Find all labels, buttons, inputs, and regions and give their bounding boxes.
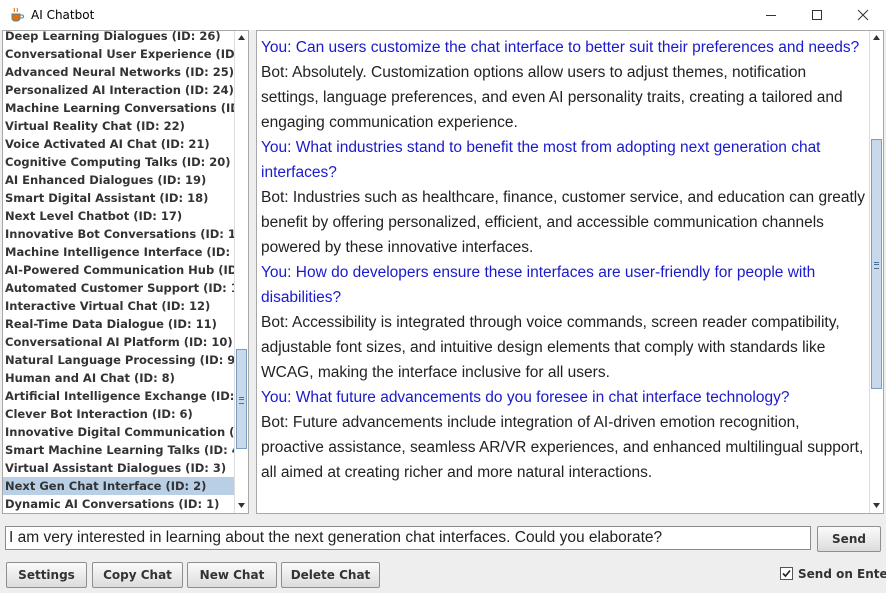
- close-icon: [857, 9, 869, 21]
- settings-button[interactable]: Settings: [6, 562, 87, 588]
- conversation-list[interactable]: Deep Learning Dialogues (ID: 26) Conversa…: [3, 31, 235, 513]
- send-button[interactable]: Send: [817, 526, 881, 552]
- user-message: You: How do developers ensure these inte…: [261, 264, 816, 306]
- conversation-item[interactable]: Personalized AI Interaction (ID: 24): [3, 81, 235, 99]
- conversation-item[interactable]: Next Gen Chat Interface (ID: 2): [3, 477, 235, 495]
- arrow-up-icon: [238, 35, 245, 40]
- conversation-item[interactable]: Cognitive Computing Talks (ID: 20): [3, 153, 235, 171]
- user-message: You: Can users customize the chat interf…: [261, 39, 860, 56]
- conversation-item[interactable]: Advanced Neural Networks (ID: 25): [3, 63, 235, 81]
- scroll-thumb[interactable]: [871, 139, 882, 389]
- minimize-icon: [766, 15, 776, 16]
- copy-chat-button[interactable]: Copy Chat: [92, 562, 183, 588]
- arrow-down-icon: [238, 503, 245, 508]
- scroll-down-button[interactable]: [870, 499, 883, 513]
- maximize-button[interactable]: [794, 0, 840, 30]
- conversation-item[interactable]: Interactive Virtual Chat (ID: 12): [3, 297, 235, 315]
- conversation-list-panel: Deep Learning Dialogues (ID: 26) Conversa…: [2, 30, 249, 514]
- conversation-item[interactable]: Human and AI Chat (ID: 8): [3, 369, 235, 387]
- conversation-item[interactable]: Smart Digital Assistant (ID: 18): [3, 189, 235, 207]
- message-input[interactable]: [5, 526, 811, 550]
- conversation-item[interactable]: AI Enhanced Dialogues (ID: 19): [3, 171, 235, 189]
- conversation-item[interactable]: Clever Bot Interaction (ID: 6): [3, 405, 235, 423]
- chat-scrollbar[interactable]: [869, 31, 883, 513]
- conversation-item[interactable]: Innovative Bot Conversations (ID: 16): [3, 225, 235, 243]
- arrow-up-icon: [873, 35, 880, 40]
- conversation-item[interactable]: Conversational AI Platform (ID: 10): [3, 333, 235, 351]
- checkmark-icon: [782, 569, 791, 578]
- conversation-item[interactable]: Machine Intelligence Interface (ID: 15): [3, 243, 235, 261]
- conversation-item[interactable]: Artificial Intelligence Exchange (ID: 7): [3, 387, 235, 405]
- conversation-item[interactable]: Conversational User Experience (ID: 27): [3, 45, 235, 63]
- new-chat-button[interactable]: New Chat: [187, 562, 277, 588]
- minimize-button[interactable]: [748, 0, 794, 30]
- java-cup-icon: [11, 7, 24, 22]
- send-on-enter-checkbox[interactable]: [780, 567, 793, 580]
- grip-icon: [874, 262, 879, 269]
- conversation-item[interactable]: Automated Customer Support (ID: 13): [3, 279, 235, 297]
- grip-icon: [239, 397, 244, 404]
- window-title: AI Chatbot: [31, 8, 95, 22]
- chat-transcript-panel: You: Can users customize the chat interf…: [256, 30, 884, 514]
- conversation-item[interactable]: Voice Activated AI Chat (ID: 21): [3, 135, 235, 153]
- bot-message: Bot: Industries such as healthcare, fina…: [261, 189, 865, 256]
- scroll-down-button[interactable]: [235, 499, 248, 513]
- user-message: You: What industries stand to benefit th…: [261, 139, 821, 181]
- conversation-item[interactable]: Dynamic AI Conversations (ID: 1): [3, 495, 235, 513]
- conversation-item[interactable]: Smart Machine Learning Talks (ID: 4): [3, 441, 235, 459]
- maximize-icon: [812, 10, 822, 20]
- conversation-item[interactable]: Deep Learning Dialogues (ID: 26): [3, 31, 235, 45]
- send-on-enter-label: Send on Enter: [798, 567, 886, 581]
- arrow-down-icon: [873, 503, 880, 508]
- scroll-thumb[interactable]: [236, 349, 247, 449]
- scroll-up-button[interactable]: [870, 31, 883, 45]
- conversation-item[interactable]: Machine Learning Conversations (ID: 23): [3, 99, 235, 117]
- scroll-up-button[interactable]: [235, 31, 248, 45]
- close-button[interactable]: [840, 0, 886, 30]
- title-bar: AI Chatbot: [0, 0, 886, 30]
- user-message: You: What future advancements do you for…: [261, 389, 790, 406]
- chat-transcript[interactable]: You: Can users customize the chat interf…: [261, 35, 865, 485]
- conversation-item[interactable]: Innovative Digital Communication (ID: 5): [3, 423, 235, 441]
- conversation-item[interactable]: AI-Powered Communication Hub (ID: 14): [3, 261, 235, 279]
- bot-message: Bot: Absolutely. Customization options a…: [261, 64, 843, 131]
- conversation-item[interactable]: Virtual Assistant Dialogues (ID: 3): [3, 459, 235, 477]
- bot-message: Bot: Future advancements include integra…: [261, 414, 864, 481]
- conversation-item[interactable]: Next Level Chatbot (ID: 17): [3, 207, 235, 225]
- conversation-list-scrollbar[interactable]: [234, 31, 248, 513]
- delete-chat-button[interactable]: Delete Chat: [281, 562, 380, 588]
- conversation-item[interactable]: Natural Language Processing (ID: 9): [3, 351, 235, 369]
- conversation-item[interactable]: Virtual Reality Chat (ID: 22): [3, 117, 235, 135]
- bot-message: Bot: Accessibility is integrated through…: [261, 314, 840, 381]
- conversation-item[interactable]: Real-Time Data Dialogue (ID: 11): [3, 315, 235, 333]
